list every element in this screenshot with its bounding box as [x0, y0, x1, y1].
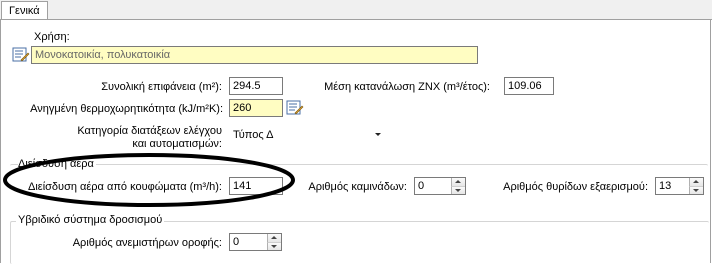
chevron-up-icon — [693, 180, 699, 183]
dhw-label: Μέση κατανάλωση ΖΝΧ (m³/έτος): — [324, 81, 490, 93]
chimneys-decrement[interactable] — [451, 186, 465, 194]
total-area-label: Συνολική επιφάνεια (m²): — [101, 81, 222, 93]
ceiling-fans-increment[interactable] — [267, 234, 281, 242]
vents-decrement[interactable] — [689, 186, 703, 194]
heat-capacity-label: Ανηγμένη θερμοχωρητικότητα (kJ/m²K): — [30, 103, 223, 115]
annotation-ellipse — [3, 153, 295, 207]
dhw-field[interactable]: 109.06 — [504, 77, 554, 95]
chevron-up-icon — [271, 236, 277, 239]
ceiling-fans-value: 0 — [233, 236, 240, 248]
chimneys-value: 0 — [418, 180, 425, 192]
vents-increment[interactable] — [689, 178, 703, 186]
heat-capacity-field[interactable]: 260 — [229, 99, 283, 117]
chimneys-label: Αριθμός καμινάδων: — [308, 181, 407, 193]
control-category-select[interactable]: Τύπος Δ — [229, 125, 387, 145]
vents-value: 13 — [659, 180, 672, 192]
edit-list-icon[interactable] — [12, 47, 30, 63]
chimneys-increment[interactable] — [451, 178, 465, 186]
cooling-group-title: Υβριδικό σύστημα δροσισμού — [16, 214, 165, 227]
edit-list-icon[interactable] — [286, 100, 304, 116]
usage-label: Χρήση: — [34, 31, 70, 43]
chevron-down-icon — [375, 133, 381, 136]
vents-stepper[interactable]: 13 — [655, 177, 704, 195]
chevron-down-icon — [271, 245, 277, 248]
control-category-value: Τύπος Δ — [233, 129, 274, 141]
ceiling-fans-label: Αριθμός ανεμιστήρων οροφής: — [72, 237, 222, 249]
control-category-label-line1: Κατηγορία διατάξεων ελέγχου — [77, 125, 222, 137]
tab-general[interactable]: Γενικά — [1, 1, 48, 19]
tab-strip: Γενικά — [0, 0, 712, 20]
ceiling-fans-stepper[interactable]: 0 — [229, 233, 282, 251]
usage-field[interactable]: Μονοκατοικία, πολυκατοικία — [31, 46, 478, 64]
ceiling-fans-decrement[interactable] — [267, 242, 281, 250]
total-area-field[interactable]: 294.5 — [229, 77, 283, 95]
vents-label: Αριθμός θυρίδων εξαερισμού: — [503, 181, 648, 193]
chevron-down-icon — [455, 189, 461, 192]
chimneys-stepper[interactable]: 0 — [414, 177, 466, 195]
chevron-down-icon — [693, 189, 699, 192]
chevron-up-icon — [455, 180, 461, 183]
